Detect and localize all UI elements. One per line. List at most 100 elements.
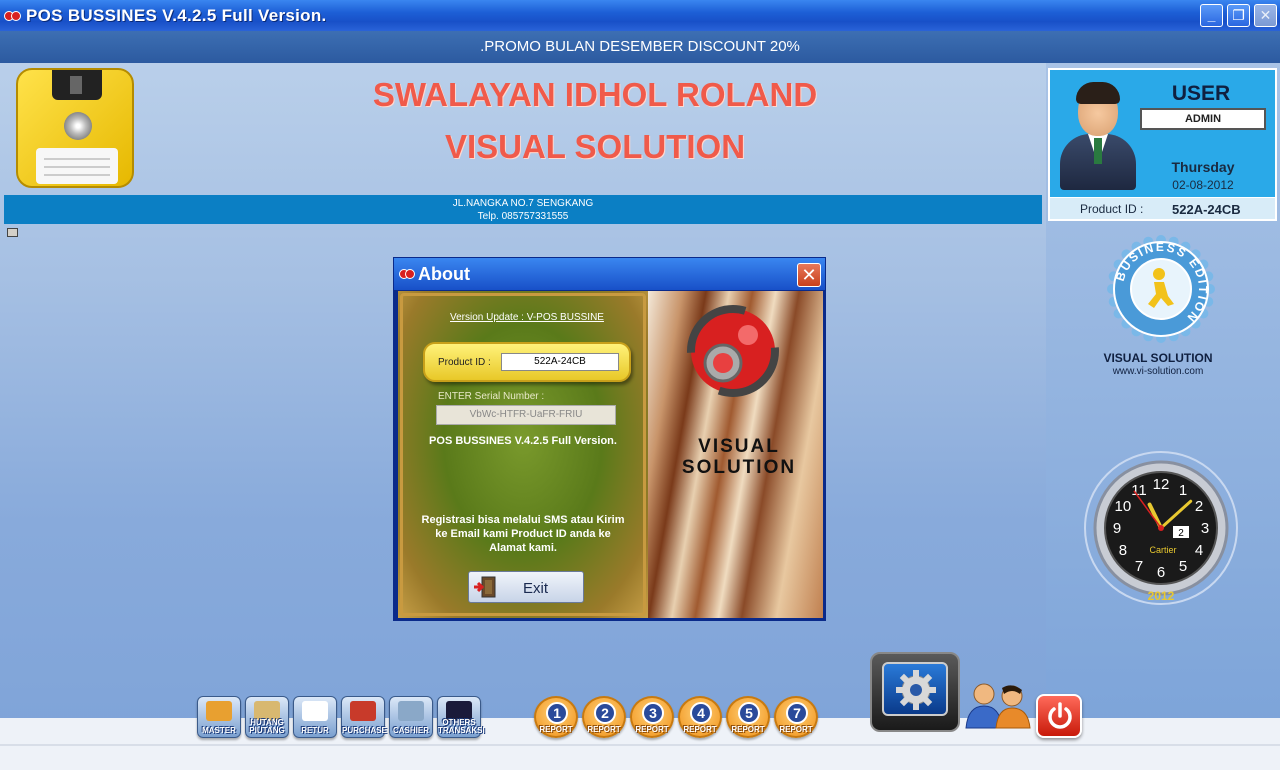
report-5-button[interactable]: 5 REPORT xyxy=(726,696,770,738)
about-product-id-field[interactable]: 522A-24CB xyxy=(501,353,619,371)
report-4-number: 4 xyxy=(690,702,712,724)
logo-text-line1: VISUAL xyxy=(698,436,780,457)
app-icon[interactable] xyxy=(4,9,21,23)
cashier-label: CASHIER xyxy=(392,726,429,735)
purchase-icon xyxy=(350,701,376,721)
about-app-icon xyxy=(399,268,415,280)
report-3-label: REPORT xyxy=(635,725,669,734)
clock-number-9: 9 xyxy=(1113,520,1121,537)
hutang-piutang-label: HUTANG PIUTANG xyxy=(249,718,285,735)
report-3-button[interactable]: 3 REPORT xyxy=(630,696,674,738)
serial-number-label: ENTER Serial Number : xyxy=(438,391,545,402)
purchase-label: PURCHASE xyxy=(342,726,387,735)
clock-number-7: 7 xyxy=(1135,558,1143,575)
users-button[interactable] xyxy=(962,680,1036,730)
clock-brand: Cartier xyxy=(1149,545,1176,555)
retur-button[interactable]: RETUR xyxy=(293,696,337,738)
about-title: About xyxy=(418,264,470,284)
about-left-panel: Version Update : V-POS BUSSINE Product I… xyxy=(398,291,648,618)
users-icon xyxy=(965,683,1031,729)
report-1-button[interactable]: 1 REPORT xyxy=(534,696,578,738)
power-button[interactable] xyxy=(1036,694,1082,738)
master-button[interactable]: MASTER xyxy=(197,696,241,738)
about-dialog: About ✕ Version Update : V-POS BUSSINE P… xyxy=(393,257,826,621)
exit-label: Exit xyxy=(523,580,549,597)
logo-text-line2: SOLUTION xyxy=(681,457,797,478)
report-3-number: 3 xyxy=(642,702,664,724)
product-id-pill: Product ID : 522A-24CB xyxy=(423,342,631,382)
master-label: MASTER xyxy=(202,726,236,735)
report-7-number: 7 xyxy=(786,702,808,724)
about-titlebar[interactable]: About xyxy=(394,258,825,290)
about-version-text: POS BUSSINES V.4.2.5 Full Version. xyxy=(429,435,617,447)
about-body: Version Update : V-POS BUSSINE Product I… xyxy=(398,291,823,618)
badge-url: www.vi-solution.com xyxy=(1112,366,1204,377)
report-7-label: REPORT xyxy=(779,725,813,734)
visual-solution-logo-icon xyxy=(687,305,779,397)
floppy-disk-icon[interactable] xyxy=(16,68,134,188)
purchase-button[interactable]: PURCHASE xyxy=(341,696,387,738)
business-edition-badge-icon: BUSINESS EDITION xyxy=(1106,234,1216,344)
retur-icon xyxy=(302,701,328,721)
about-product-id-label: Product ID : xyxy=(438,357,491,368)
product-id-strip: Product ID : 522A-24CB xyxy=(1050,197,1275,219)
hutang-piutang-button[interactable]: HUTANG PIUTANG xyxy=(245,696,289,738)
clock-number-2: 2 xyxy=(1195,498,1203,515)
close-window-button[interactable]: ✕ xyxy=(1254,4,1277,27)
report-1-label: REPORT xyxy=(539,725,573,734)
report-4-button[interactable]: 4 REPORT xyxy=(678,696,722,738)
report-4-label: REPORT xyxy=(683,725,717,734)
clock-number-4: 4 xyxy=(1195,542,1203,559)
badge-caption: VISUAL SOLUTION xyxy=(1103,351,1213,365)
store-subtitle: VISUAL SOLUTION xyxy=(444,128,746,165)
clock-number-5: 5 xyxy=(1179,558,1187,575)
report-5-number: 5 xyxy=(738,702,760,724)
window-titlebar[interactable]: POS BUSSINES V.4.2.5 Full Version. _ ❐ ✕ xyxy=(0,0,1280,31)
clock-number-6: 6 xyxy=(1157,564,1165,581)
clock-number-3: 3 xyxy=(1201,520,1209,537)
cashier-button[interactable]: CASHIER xyxy=(389,696,433,738)
power-icon xyxy=(1048,702,1072,729)
exit-button[interactable]: Exit xyxy=(468,571,584,603)
retur-label: RETUR xyxy=(301,726,329,735)
report-2-button[interactable]: 2 REPORT xyxy=(582,696,626,738)
cashier-icon xyxy=(398,701,424,721)
store-name: SWALAYAN IDHOL ROLAND xyxy=(372,76,818,113)
master-icon xyxy=(206,701,232,721)
small-checkbox[interactable] xyxy=(7,228,18,237)
product-id-label: Product ID : xyxy=(1080,202,1144,216)
product-id-value: 522A-24CB xyxy=(1172,202,1241,217)
promo-banner: .PROMO BULAN DESEMBER DISCOUNT 20% xyxy=(0,31,1280,63)
report-2-label: REPORT xyxy=(587,725,621,734)
user-value: ADMIN xyxy=(1140,108,1266,130)
report-5-label: REPORT xyxy=(731,725,765,734)
user-avatar-icon xyxy=(1060,82,1136,190)
restore-button[interactable]: ❐ xyxy=(1227,4,1250,27)
clock-year: 2012 xyxy=(1148,589,1175,603)
report-2-number: 2 xyxy=(594,702,616,724)
report-1-number: 1 xyxy=(546,702,568,724)
analog-clock: 12 1 2 3 4 5 6 7 8 9 10 11 2 Cartier 2012 xyxy=(1083,450,1239,610)
clock-number-10: 10 xyxy=(1115,498,1132,515)
clock-number-12: 12 xyxy=(1153,476,1170,493)
minimize-button[interactable]: _ xyxy=(1200,4,1223,27)
serial-number-field[interactable]: VbWc-HTFR-UaFR-FRIU xyxy=(436,405,616,425)
address-bar: JL.NANGKA NO.7 SENGKANG Telp. 0857573315… xyxy=(4,195,1042,224)
others-transaksi-button[interactable]: OTHERS TRANSAKSI xyxy=(437,696,485,738)
report-7-button[interactable]: 7 REPORT xyxy=(774,696,818,738)
clock-number-1: 1 xyxy=(1179,482,1187,499)
gear-icon xyxy=(896,670,936,710)
settings-button[interactable] xyxy=(870,652,960,732)
others-transaksi-label: OTHERS TRANSAKSI xyxy=(438,718,485,735)
store-phone: Telp. 085757331555 xyxy=(477,211,569,222)
version-update-link[interactable]: Version Update : V-POS BUSSINE xyxy=(450,312,604,323)
about-close-button[interactable]: ✕ xyxy=(797,263,821,287)
clock-number-8: 8 xyxy=(1119,542,1127,559)
store-address: JL.NANGKA NO.7 SENGKANG xyxy=(452,198,594,209)
user-label: USER xyxy=(1171,82,1231,105)
registration-text: Registrasi bisa melalui SMS atau Kirim k… xyxy=(421,514,625,554)
date-label: 02-08-2012 xyxy=(1172,178,1234,192)
window-title: POS BUSSINES V.4.2.5 Full Version. xyxy=(26,5,327,25)
clock-number-11: 11 xyxy=(1131,482,1147,499)
day-label: Thursday xyxy=(1171,159,1235,175)
